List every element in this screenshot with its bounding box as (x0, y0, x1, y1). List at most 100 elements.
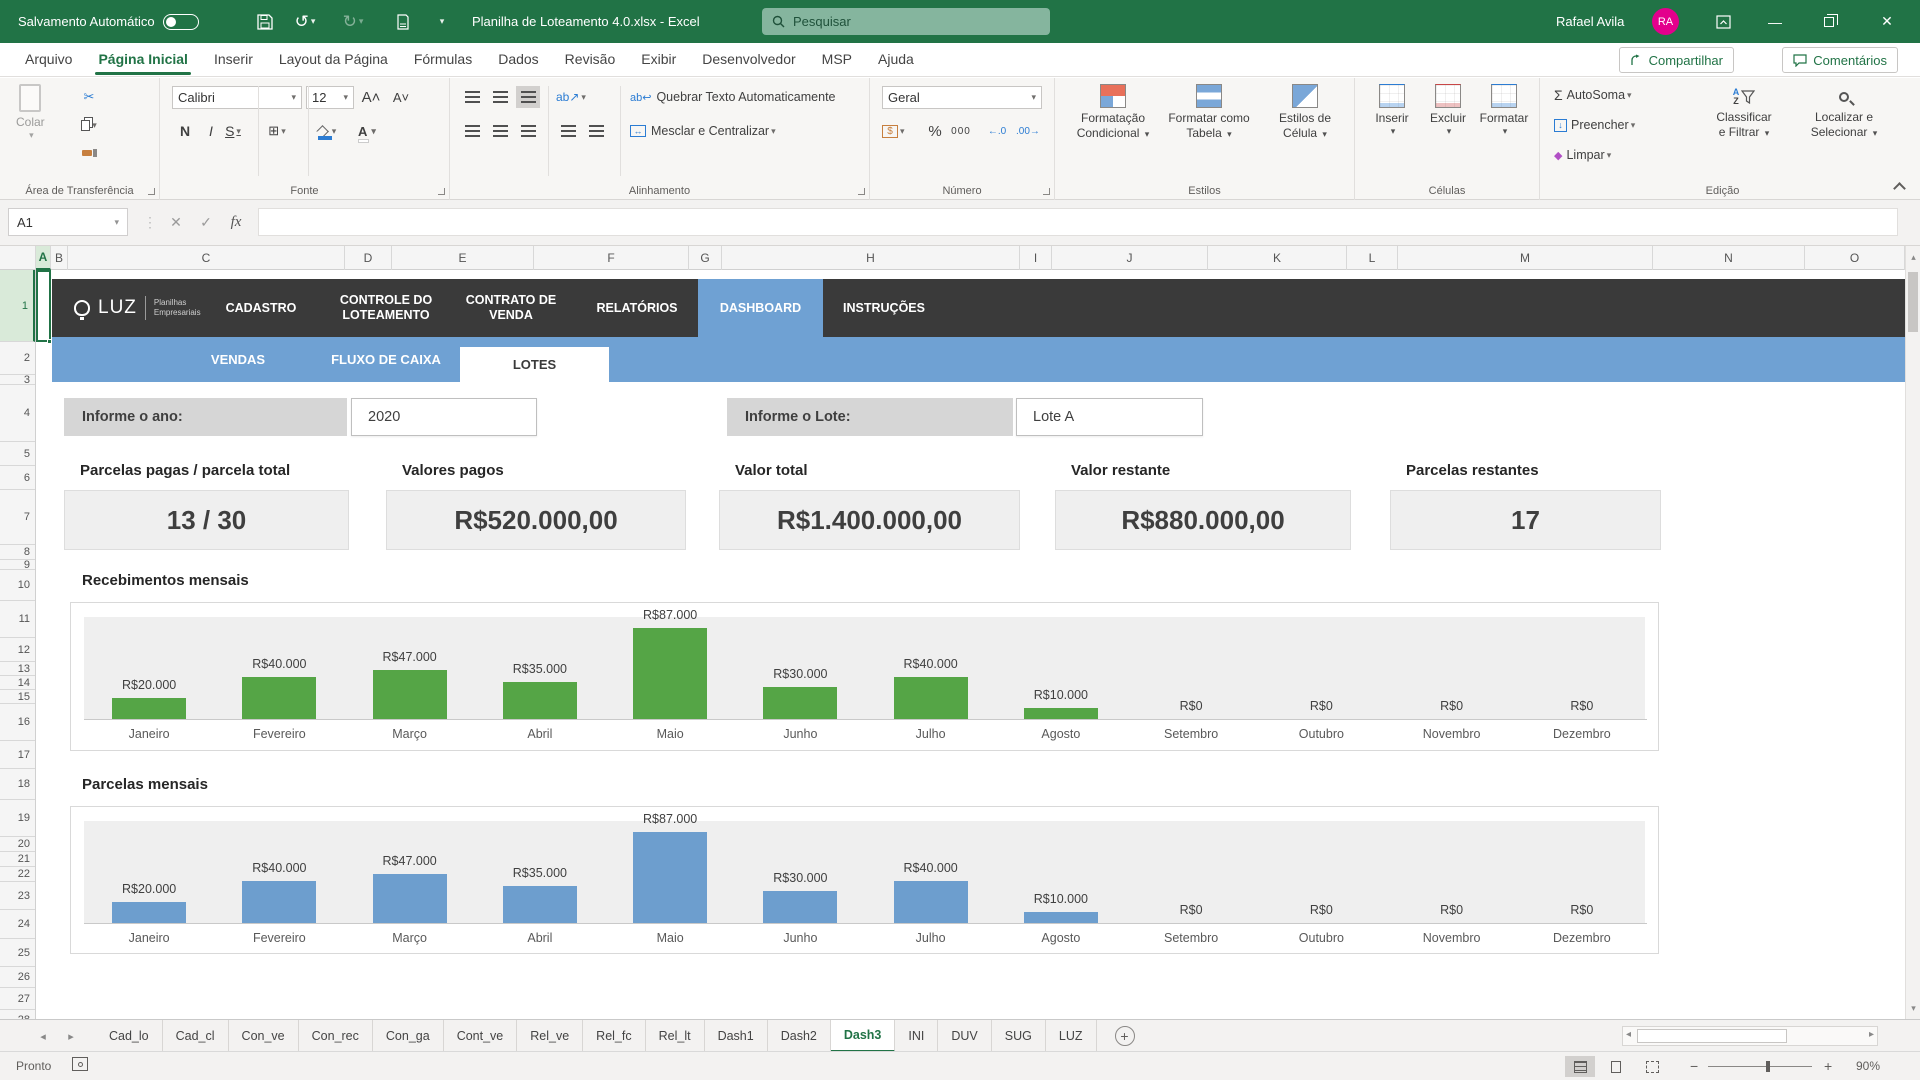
comments-button[interactable]: Comentários (1782, 47, 1898, 73)
borders-icon[interactable]: ⊞▾ (266, 120, 288, 142)
prev-sheet-icon[interactable]: ◂ (30, 1020, 56, 1052)
increase-decimal-icon[interactable]: ←.0 (986, 120, 1008, 142)
font-dialog-launcher-icon[interactable] (438, 188, 445, 195)
row-header-18[interactable]: 18 (0, 769, 35, 800)
fill-handle[interactable] (47, 339, 52, 344)
autosum-button[interactable]: Σ AutoSoma▾ (1554, 84, 1632, 106)
zoom-level[interactable]: 90% (1856, 1059, 1880, 1073)
row-header-7[interactable]: 7 (0, 490, 35, 545)
scroll-left-icon[interactable]: ◂ (1626, 1029, 1631, 1040)
sheet-tab-con_ga[interactable]: Con_ga (373, 1020, 444, 1052)
row-header-5[interactable]: 5 (0, 442, 35, 466)
style-button-2[interactable]: Formatar comoTabela ▾ (1163, 84, 1255, 141)
row-header-24[interactable]: 24 (0, 910, 35, 939)
confirm-entry-icon[interactable]: ✓ (192, 208, 220, 236)
zoom-out-icon[interactable]: − (1690, 1058, 1698, 1074)
minimize-button[interactable]: — (1752, 0, 1798, 43)
normal-view-icon[interactable] (1565, 1056, 1595, 1077)
nav-tab-instruções[interactable]: INSTRUÇÕES (823, 279, 945, 337)
column-header-N[interactable]: N (1653, 246, 1805, 270)
close-button[interactable]: ✕ (1864, 0, 1910, 43)
comma-style-icon[interactable]: 000 (950, 120, 972, 142)
row-header-11[interactable]: 11 (0, 601, 35, 638)
tab-fórmulas[interactable]: Fórmulas (401, 43, 485, 77)
user-name[interactable]: Rafael Avila (1556, 0, 1624, 43)
quick-access-menu-icon[interactable]: ▾ (424, 0, 458, 43)
page-layout-view-icon[interactable] (1601, 1056, 1631, 1077)
undo-icon[interactable]: ↺▾ (288, 0, 322, 43)
bold-button[interactable]: N (174, 120, 196, 142)
row-header-8[interactable]: 8 (0, 545, 35, 560)
style-button-3[interactable]: Estilos deCélula ▾ (1259, 84, 1351, 141)
zoom-slider-thumb[interactable] (1766, 1061, 1770, 1072)
nav-tab-controle-do-loteamento[interactable]: CONTROLE DO LOTEAMENTO (326, 279, 446, 337)
column-header-B[interactable]: B (51, 246, 68, 270)
search-input[interactable]: Pesquisar (762, 8, 1050, 35)
style-button-1[interactable]: FormataçãoCondicional ▾ (1067, 84, 1159, 141)
row-header-14[interactable]: 14 (0, 676, 35, 690)
row-header-26[interactable]: 26 (0, 967, 35, 988)
italic-button[interactable]: I (200, 120, 222, 142)
autosave-control[interactable]: Salvamento Automático (18, 0, 199, 43)
name-box[interactable]: A1▾ (8, 208, 128, 236)
filter-input-1[interactable]: 2020 (351, 398, 537, 436)
horizontal-scroll-thumb[interactable] (1637, 1029, 1787, 1043)
row-header-19[interactable]: 19 (0, 800, 35, 837)
column-header-M[interactable]: M (1398, 246, 1653, 270)
row-header-28[interactable]: 28 (0, 1010, 35, 1019)
nav-tab-dashboard[interactable]: DASHBOARD (698, 279, 823, 337)
scroll-right-icon[interactable]: ▸ (1869, 1029, 1874, 1040)
row-header-13[interactable]: 13 (0, 662, 35, 676)
sheet-tab-cad_lo[interactable]: Cad_lo (96, 1020, 163, 1052)
row-header-4[interactable]: 4 (0, 385, 35, 442)
sheet-tab-rel_ve[interactable]: Rel_ve (517, 1020, 583, 1052)
orientation-icon[interactable]: ab↗▾ (556, 86, 586, 108)
row-header-6[interactable]: 6 (0, 466, 35, 490)
scroll-down-icon[interactable]: ▾ (1906, 999, 1920, 1017)
number-format-select[interactable]: Geral▾ (882, 86, 1042, 109)
paste-button[interactable]: Colar ▾ (16, 84, 45, 141)
filter-input-2[interactable]: Lote A (1016, 398, 1203, 436)
column-header-H[interactable]: H (722, 246, 1020, 270)
format-painter-icon[interactable] (78, 142, 100, 164)
scroll-up-icon[interactable]: ▴ (1906, 248, 1920, 266)
column-header-F[interactable]: F (534, 246, 689, 270)
increase-font-icon[interactable]: A˄ (360, 86, 382, 108)
row-header-20[interactable]: 20 (0, 837, 35, 852)
alignment-dialog-launcher-icon[interactable] (858, 188, 865, 195)
row-header-1[interactable]: 1 (0, 270, 35, 342)
column-header-K[interactable]: K (1208, 246, 1347, 270)
align-left-icon[interactable] (460, 120, 484, 142)
sheet-tab-dash3[interactable]: Dash3 (831, 1020, 896, 1052)
tab-layout-da-página[interactable]: Layout da Página (266, 43, 401, 77)
underline-button[interactable]: S▾ (222, 120, 244, 142)
decrease-font-icon[interactable]: A˅ (390, 86, 412, 108)
tab-exibir[interactable]: Exibir (628, 43, 689, 77)
sheet-tab-dash1[interactable]: Dash1 (705, 1020, 768, 1052)
column-header-C[interactable]: C (68, 246, 345, 270)
column-header-D[interactable]: D (345, 246, 392, 270)
zoom-in-icon[interactable]: + (1824, 1058, 1832, 1074)
decrease-indent-icon[interactable] (556, 120, 580, 142)
align-center-icon[interactable] (488, 120, 512, 142)
vertical-scrollbar[interactable]: ▴ ▾ (1905, 246, 1920, 1019)
row-header-12[interactable]: 12 (0, 638, 35, 662)
row-header-9[interactable]: 9 (0, 560, 35, 570)
avatar[interactable]: RA (1652, 8, 1679, 35)
clipboard-dialog-launcher-icon[interactable] (148, 188, 155, 195)
fill-color-icon[interactable]: ▾ (316, 120, 338, 142)
row-header-17[interactable]: 17 (0, 741, 35, 769)
column-header-A[interactable]: A (36, 246, 51, 270)
row-header-3[interactable]: 3 (0, 375, 35, 385)
subnav-tab-fluxo-de-caixa[interactable]: FLUXO DE CAIXA (301, 337, 471, 382)
sheet-tab-con_rec[interactable]: Con_rec (299, 1020, 373, 1052)
sheet-tab-luz[interactable]: LUZ (1046, 1020, 1097, 1052)
decrease-decimal-icon[interactable]: .00→ (1016, 120, 1040, 142)
nav-tab-cadastro[interactable]: CADASTRO (196, 279, 326, 337)
sheet-tab-rel_lt[interactable]: Rel_lt (646, 1020, 705, 1052)
tab-página-inicial[interactable]: Página Inicial (85, 43, 200, 77)
row-headers[interactable]: 1234567891011121314151617181920212223242… (0, 270, 36, 1019)
clear-button[interactable]: ◆ Limpar▾ (1554, 144, 1611, 166)
sheet-tab-ini[interactable]: INI (895, 1020, 938, 1052)
merge-center-button[interactable]: ↔ Mesclar e Centralizar ▾ (630, 120, 776, 142)
